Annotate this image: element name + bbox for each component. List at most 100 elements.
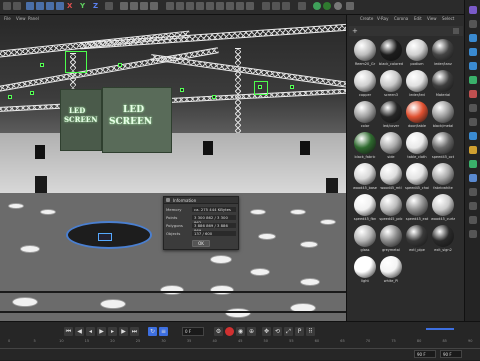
axis-icon[interactable] <box>469 104 477 112</box>
edge-icon[interactable] <box>469 48 477 56</box>
material-swatch[interactable]: black_colored <box>379 39 403 69</box>
axis-z-button[interactable]: Z <box>93 2 98 10</box>
banquet-table[interactable] <box>225 308 251 318</box>
tab-view[interactable]: View <box>427 16 437 21</box>
spot-light[interactable] <box>290 85 294 89</box>
grid-view-icon[interactable] <box>453 28 459 34</box>
material-swatch[interactable]: table_cloth <box>405 132 429 162</box>
banquet-table[interactable] <box>300 278 320 286</box>
texture-icon[interactable] <box>469 76 477 84</box>
axis-y-button[interactable]: Y <box>80 2 85 10</box>
menu-panel[interactable]: Panel <box>28 16 39 21</box>
spot-light[interactable] <box>40 63 44 67</box>
material-swatch[interactable]: glass <box>353 225 377 255</box>
cube-icon[interactable] <box>166 2 174 10</box>
banquet-table[interactable] <box>160 285 184 295</box>
frame-ruler[interactable]: 0 5 10 15 20 25 30 35 40 45 50 55 60 65 70 75 80 85 90 <box>0 322 480 361</box>
layout-icon[interactable] <box>346 2 354 10</box>
material-swatch[interactable]: side <box>379 132 403 162</box>
workplane-toggle-icon[interactable] <box>469 160 477 168</box>
add-material-icon[interactable]: + <box>352 28 358 35</box>
material-swatch[interactable]: extl_pipe <box>405 225 429 255</box>
render-toggle-icon[interactable] <box>469 216 477 224</box>
led-screen-right[interactable]: LED SCREEN <box>102 87 172 153</box>
banquet-table[interactable] <box>8 203 24 209</box>
render-settings-icon[interactable] <box>140 2 148 10</box>
banquet-table[interactable] <box>210 255 232 264</box>
preview-end-frame-field[interactable]: 90 F <box>440 350 462 358</box>
rotate-icon[interactable] <box>56 2 64 10</box>
point-icon[interactable] <box>469 62 477 70</box>
material-swatch[interactable]: podium <box>405 39 429 69</box>
spot-light[interactable] <box>30 91 34 95</box>
subdivision-icon[interactable] <box>186 2 194 10</box>
material-swatch[interactable]: greymetal <box>379 225 403 255</box>
cursor-icon[interactable] <box>469 20 477 28</box>
snap-icon[interactable] <box>262 2 270 10</box>
material-swatch[interactable]: leder/led <box>405 70 429 100</box>
material-swatch[interactable]: copper <box>353 70 377 100</box>
banquet-table[interactable] <box>290 209 306 215</box>
material-swatch[interactable]: speed45_oct <box>431 132 455 162</box>
material-swatch[interactable]: color <box>353 101 377 131</box>
camera-icon[interactable] <box>236 2 244 10</box>
polygon-icon[interactable] <box>469 34 477 42</box>
light-icon[interactable] <box>246 2 254 10</box>
tab-corona[interactable]: Corona <box>394 16 408 21</box>
material-swatch[interactable]: black_fabric <box>353 132 377 162</box>
cloner-icon[interactable] <box>196 2 204 10</box>
solo-icon[interactable] <box>469 174 477 182</box>
material-swatch[interactable]: black/metal <box>431 101 455 131</box>
lock-icon[interactable] <box>298 2 306 10</box>
spot-light[interactable] <box>118 63 122 67</box>
banquet-table[interactable] <box>300 241 318 248</box>
spot-light[interactable] <box>212 95 216 99</box>
render-queue-icon[interactable] <box>150 2 158 10</box>
material-swatch[interactable]: speed45_pdc <box>379 194 403 224</box>
render-view-icon[interactable] <box>130 2 138 10</box>
banquet-table[interactable] <box>258 233 276 240</box>
banquet-table[interactable] <box>40 209 56 215</box>
tab-select[interactable]: Select <box>442 16 454 21</box>
material-swatch[interactable]: fabricwhite <box>431 163 455 193</box>
material-swatch[interactable]: exit_sign2 <box>431 225 455 255</box>
material-swatch[interactable]: Material <box>431 70 455 100</box>
material-swatch[interactable]: wood45_base <box>353 163 377 193</box>
spot-light[interactable] <box>8 95 12 99</box>
ok-button[interactable]: OK <box>192 240 210 247</box>
banquet-table[interactable] <box>20 245 40 253</box>
material-swatch[interactable]: screen3 <box>379 70 403 100</box>
material-swatch[interactable]: speed45_chair <box>405 163 429 193</box>
tab-edit[interactable]: Edit <box>414 16 422 21</box>
material-swatch[interactable]: leder/tanz <box>431 39 455 69</box>
tweak-icon[interactable] <box>469 118 477 126</box>
move-icon[interactable] <box>36 2 44 10</box>
workplane-icon[interactable] <box>272 2 280 10</box>
banquet-table[interactable] <box>210 285 234 295</box>
snap-toggle-icon[interactable] <box>469 132 477 140</box>
scale-icon[interactable] <box>46 2 54 10</box>
redo-icon[interactable] <box>13 2 21 10</box>
banquet-table[interactable] <box>100 299 126 309</box>
field-icon[interactable] <box>216 2 224 10</box>
coordinate-icon[interactable] <box>105 2 113 10</box>
tab-vray[interactable]: V-Ray <box>377 16 388 21</box>
material-swatch[interactable]: Reem20_Gr <box>353 39 377 69</box>
select-icon[interactable] <box>26 2 34 10</box>
viewport-solo-icon[interactable] <box>469 188 477 196</box>
3d-viewport[interactable]: LED SCREEN LED SCREEN <box>0 23 346 321</box>
banquet-table[interactable] <box>12 297 38 307</box>
settings-icon[interactable] <box>469 230 477 238</box>
display-icon[interactable] <box>469 202 477 210</box>
end-frame-field[interactable]: 90 F <box>414 350 436 358</box>
lock-axis-icon[interactable] <box>469 146 477 154</box>
pen-icon[interactable] <box>176 2 184 10</box>
material-swatch[interactable]: white_Pl <box>379 256 403 286</box>
material-swatch[interactable]: light <box>353 256 377 286</box>
banquet-table[interactable] <box>250 268 270 276</box>
deformer-icon[interactable] <box>206 2 214 10</box>
menu-view[interactable]: View <box>16 16 26 21</box>
spot-light[interactable] <box>180 88 184 92</box>
render-region-icon[interactable] <box>120 2 128 10</box>
tab-create[interactable]: Create <box>360 16 373 21</box>
